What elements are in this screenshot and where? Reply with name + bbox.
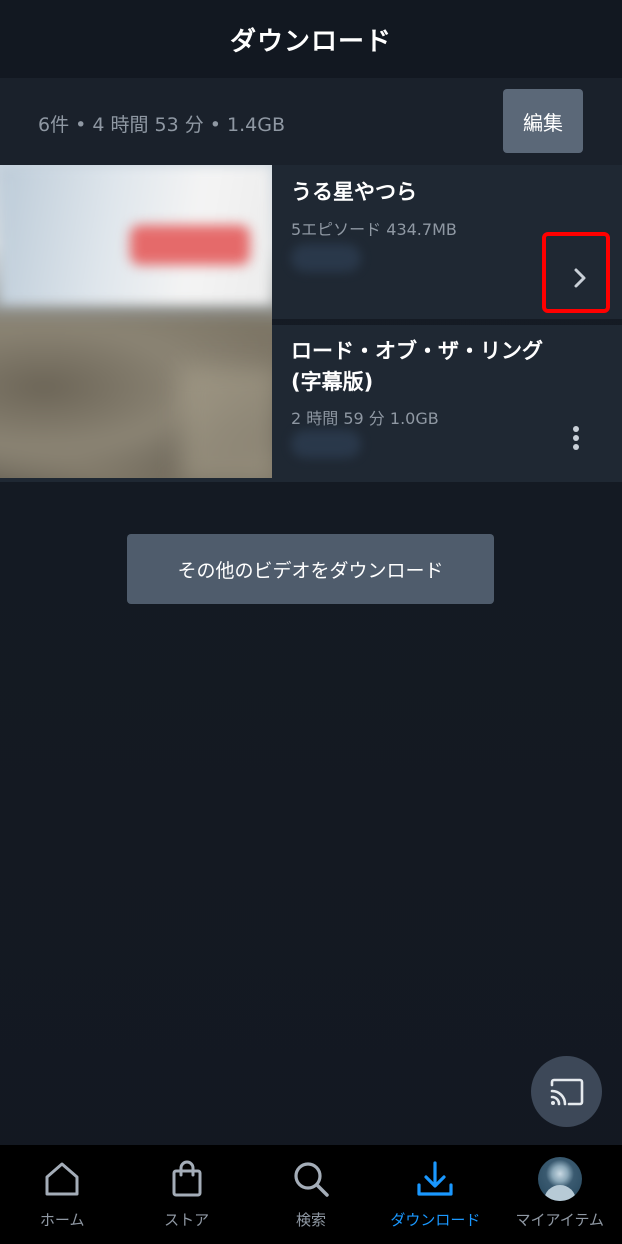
highlight-box (542, 232, 610, 313)
item-title: ロード・オブ・ザ・リング (291, 339, 543, 363)
nav-label: ダウンロード (390, 1211, 481, 1229)
item-title: うる星やつら (291, 180, 417, 204)
nav-label: 検索 (295, 1211, 326, 1229)
thumbnail-image[interactable] (0, 165, 272, 478)
download-more-videos-button[interactable]: その他のビデオをダウンロード (127, 534, 494, 604)
shopping-bag-icon (172, 1160, 202, 1197)
edit-button[interactable]: 編集 (503, 89, 583, 153)
progress-placeholder (291, 244, 361, 272)
item-meta: 2 時間 59 分 1.0GB (291, 409, 439, 428)
progress-placeholder (291, 430, 361, 458)
downloads-summary-text: 6件 • 4 時間 53 分 • 1.4GB (38, 114, 286, 136)
more-vertical-icon (573, 426, 579, 450)
nav-my-items[interactable]: マイアイテム (498, 1145, 622, 1244)
nav-search[interactable]: 検索 (249, 1145, 373, 1244)
avatar (537, 1157, 582, 1201)
cast-icon (550, 1078, 583, 1105)
top-bar: ダウンロード (0, 0, 622, 78)
more-options-button[interactable] (562, 420, 590, 456)
nav-store[interactable]: ストア (124, 1145, 248, 1244)
bottom-navigation: ホーム ストア 検索 ダウンロード マイアイテム (0, 1145, 622, 1244)
cast-button[interactable] (531, 1056, 602, 1127)
nav-home[interactable]: ホーム (0, 1145, 124, 1244)
item-title-subtitle: (字幕版) (291, 370, 374, 394)
nav-label: ストア (164, 1211, 210, 1229)
nav-downloads[interactable]: ダウンロード (373, 1145, 497, 1244)
download-icon (417, 1161, 453, 1196)
downloads-screen: ダウンロード 6件 • 4 時間 53 分 • 1.4GB 編集 うる星やつら … (0, 0, 622, 1244)
home-icon (45, 1162, 79, 1196)
nav-label: ホーム (39, 1211, 85, 1229)
nav-label: マイアイテム (515, 1211, 605, 1229)
search-icon (294, 1162, 329, 1197)
item-meta: 5エピソード 434.7MB (291, 220, 457, 239)
page-title: ダウンロード (229, 26, 392, 57)
